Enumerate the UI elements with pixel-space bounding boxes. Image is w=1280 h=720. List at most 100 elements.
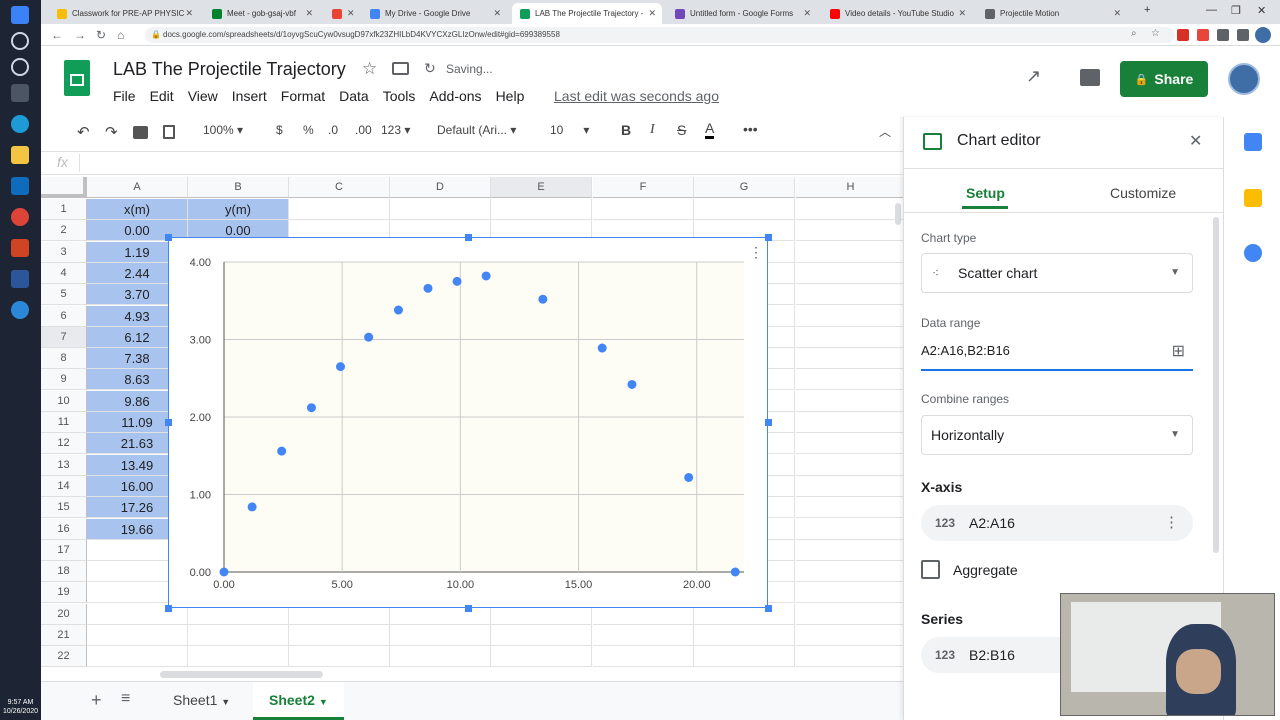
tab-setup[interactable]: Setup bbox=[966, 185, 1005, 201]
table-cell[interactable] bbox=[796, 497, 903, 519]
table-cell[interactable] bbox=[796, 242, 903, 263]
column-header-d[interactable]: D bbox=[390, 177, 491, 198]
combine-ranges-dropdown[interactable]: Horizontally ▼ bbox=[921, 415, 1193, 455]
table-cell[interactable] bbox=[796, 519, 903, 540]
row-header[interactable]: 5 bbox=[41, 284, 87, 306]
redo-icon[interactable]: ↷ bbox=[105, 123, 118, 141]
window-close-button[interactable]: ✕ bbox=[1257, 4, 1266, 17]
tab-close-icon[interactable]: ✕ bbox=[958, 8, 966, 19]
menu-tools[interactable]: Tools bbox=[383, 88, 416, 104]
horizontal-scrollbar[interactable] bbox=[160, 671, 323, 678]
back-icon[interactable]: ← bbox=[51, 28, 63, 42]
font-size-select[interactable]: 10 ▾ bbox=[550, 123, 589, 137]
row-header[interactable]: 22 bbox=[41, 646, 87, 668]
menu-format[interactable]: Format bbox=[281, 88, 325, 104]
browser-tab[interactable]: Video details - YouTube Studio ✕ bbox=[822, 3, 972, 24]
close-icon[interactable]: ✕ bbox=[1189, 131, 1202, 151]
table-cell[interactable] bbox=[289, 646, 390, 668]
formula-bar[interactable]: fx bbox=[41, 151, 903, 175]
column-header-g[interactable]: G bbox=[694, 177, 795, 198]
row-header[interactable]: 14 bbox=[41, 475, 87, 497]
tab-close-icon[interactable]: ✕ bbox=[347, 8, 355, 19]
activity-trend-icon[interactable]: ↗ bbox=[1026, 66, 1041, 87]
task-view-icon[interactable] bbox=[11, 84, 29, 102]
table-cell[interactable] bbox=[87, 625, 188, 646]
column-header-b[interactable]: B bbox=[188, 177, 289, 198]
table-cell[interactable] bbox=[796, 476, 903, 497]
x-axis-range-chip[interactable]: 123 A2:A16 ⋮ bbox=[921, 505, 1193, 541]
paint-format-icon[interactable] bbox=[163, 125, 175, 139]
tasks-icon[interactable] bbox=[1244, 244, 1262, 262]
table-cell[interactable] bbox=[491, 625, 592, 646]
profile-avatar-icon[interactable] bbox=[1255, 27, 1271, 43]
move-folder-icon[interactable] bbox=[392, 62, 409, 75]
table-cell[interactable] bbox=[796, 561, 903, 583]
more-options-icon[interactable]: ••• bbox=[743, 121, 758, 137]
user-avatar[interactable] bbox=[1228, 63, 1260, 95]
table-cell[interactable] bbox=[796, 306, 903, 327]
row-header[interactable]: 8 bbox=[41, 348, 87, 370]
comments-icon[interactable] bbox=[1080, 69, 1100, 86]
table-cell[interactable] bbox=[796, 391, 903, 412]
table-cell[interactable] bbox=[188, 646, 289, 668]
undo-icon[interactable]: ↶ bbox=[77, 123, 90, 141]
scatter-chart[interactable]: 0.00 1.00 2.00 3.00 4.00 0.00 5.00 10.00 15.00 20… bbox=[168, 237, 768, 608]
cortana-icon[interactable] bbox=[11, 58, 29, 76]
home-icon[interactable]: ⌂ bbox=[117, 28, 124, 42]
menu-addons[interactable]: Add-ons bbox=[429, 88, 481, 104]
table-cell[interactable] bbox=[491, 199, 592, 220]
row-header[interactable]: 15 bbox=[41, 497, 87, 519]
select-all-corner[interactable] bbox=[41, 177, 87, 198]
row-header[interactable]: 19 bbox=[41, 582, 87, 604]
row-header[interactable]: 20 bbox=[41, 603, 87, 625]
currency-format-button[interactable]: $ bbox=[276, 123, 283, 137]
menu-edit[interactable]: Edit bbox=[150, 88, 174, 104]
restore-button[interactable]: ❐ bbox=[1231, 4, 1241, 17]
collapse-menus-icon[interactable]: ︿ bbox=[879, 123, 891, 140]
print-icon[interactable] bbox=[133, 126, 148, 139]
percent-format-button[interactable]: % bbox=[303, 123, 314, 137]
row-header[interactable]: 1 bbox=[41, 199, 87, 220]
extension-icon[interactable] bbox=[1197, 29, 1209, 41]
table-cell[interactable] bbox=[390, 646, 491, 668]
all-sheets-button[interactable]: ≡ bbox=[121, 690, 130, 708]
resize-handle[interactable] bbox=[465, 605, 472, 612]
table-cell[interactable] bbox=[796, 263, 903, 284]
table-cell[interactable]: x(m) bbox=[87, 199, 188, 220]
chart-menu-icon[interactable]: ⋮ bbox=[749, 244, 763, 261]
keep-icon[interactable] bbox=[1244, 189, 1262, 207]
table-cell[interactable] bbox=[289, 625, 390, 646]
table-cell[interactable] bbox=[796, 412, 903, 433]
table-cell[interactable] bbox=[796, 220, 903, 242]
menu-data[interactable]: Data bbox=[339, 88, 369, 104]
decrease-decimal-button[interactable]: .0 bbox=[328, 123, 338, 137]
table-cell[interactable] bbox=[390, 199, 491, 220]
font-family-select[interactable]: Default (Ari... ▾ bbox=[437, 123, 516, 137]
tab-close-icon[interactable]: ✕ bbox=[1113, 8, 1121, 19]
increase-decimal-button[interactable]: .00 bbox=[355, 123, 372, 137]
table-cell[interactable] bbox=[796, 540, 903, 561]
table-cell[interactable] bbox=[188, 625, 289, 646]
browser-tab[interactable]: My Drive - Google Drive ✕ bbox=[362, 3, 507, 24]
table-cell[interactable] bbox=[796, 455, 903, 476]
row-header[interactable]: 17 bbox=[41, 539, 87, 561]
row-header[interactable]: 4 bbox=[41, 262, 87, 284]
last-edit-link[interactable]: Last edit was seconds ago bbox=[554, 88, 719, 104]
mail-icon[interactable] bbox=[11, 177, 29, 195]
reload-icon[interactable]: ↻ bbox=[96, 28, 106, 42]
tab-close-icon[interactable]: ✕ bbox=[803, 8, 811, 19]
tab-close-icon[interactable]: ✕ bbox=[305, 8, 313, 19]
table-cell[interactable] bbox=[593, 199, 694, 220]
menu-view[interactable]: View bbox=[188, 88, 218, 104]
word-icon[interactable] bbox=[11, 270, 29, 288]
table-cell[interactable]: y(m) bbox=[188, 199, 289, 220]
column-header-h[interactable]: H bbox=[796, 177, 903, 198]
table-cell[interactable] bbox=[491, 646, 592, 668]
sheet-tab-sheet1[interactable]: Sheet1 ▼ bbox=[157, 682, 246, 720]
table-cell[interactable] bbox=[796, 369, 903, 391]
browser-tab[interactable]: Untitled form - Google Forms ✕ bbox=[667, 3, 817, 24]
table-cell[interactable] bbox=[796, 284, 903, 306]
column-header-a[interactable]: A bbox=[87, 177, 188, 198]
column-header-e[interactable]: E bbox=[491, 177, 592, 198]
table-cell[interactable] bbox=[796, 604, 903, 625]
